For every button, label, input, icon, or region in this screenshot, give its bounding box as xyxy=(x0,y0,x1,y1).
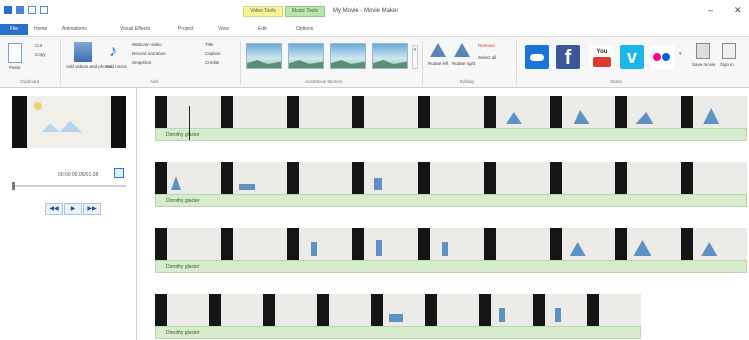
ribbon-separator xyxy=(60,41,61,85)
storyboard-row: Dorothy glacier xyxy=(155,228,748,273)
youtube-icon[interactable]: You xyxy=(590,45,614,69)
tab-animations[interactable]: Animations xyxy=(62,24,87,35)
clip-frames[interactable] xyxy=(155,162,748,194)
preview-pane: 00:00:00.00/01:28 ◀◀ ▶ ▶▶ xyxy=(0,88,137,340)
tab-home[interactable]: Home xyxy=(34,24,47,35)
minimize-button[interactable]: – xyxy=(708,6,713,15)
audio-track-label: Dorothy glacier xyxy=(166,264,200,270)
tab-visual-effects[interactable]: Visual Effects xyxy=(120,24,150,35)
clipboard-group-label: Clipboard xyxy=(20,79,40,84)
themes-group-label: AutoMovie themes xyxy=(305,79,343,84)
save-movie-button[interactable]: Save movie xyxy=(692,62,716,67)
music-tools-context-tab: Music Tools xyxy=(285,6,325,17)
audio-track-label: Dorothy glacier xyxy=(166,330,200,336)
storyboard-row: Dorothy glacier xyxy=(155,162,748,207)
credits-button[interactable]: Credits xyxy=(205,60,219,65)
previous-frame-button[interactable]: ◀◀ xyxy=(45,203,63,215)
vimeo-icon[interactable]: v xyxy=(620,45,644,69)
sign-in-icon[interactable] xyxy=(722,43,736,59)
play-button[interactable]: ▶ xyxy=(64,203,82,215)
time-display: 00:00:00.00/01:28 xyxy=(58,172,99,178)
undo-icon[interactable] xyxy=(28,6,36,14)
paste-icon[interactable] xyxy=(8,43,22,63)
close-button[interactable]: ✕ xyxy=(734,6,742,15)
snapshot-button[interactable]: Snapshot xyxy=(132,60,151,65)
clip-frames[interactable] xyxy=(155,294,641,326)
app-icon xyxy=(4,6,12,14)
tab-edit[interactable]: Edit xyxy=(258,24,267,35)
themes-scroll-icon[interactable]: ▾ xyxy=(412,45,418,69)
tab-options[interactable]: Options xyxy=(296,24,313,35)
facebook-icon[interactable]: f xyxy=(556,45,580,69)
add-music-icon[interactable]: ♪ xyxy=(109,42,121,62)
theme-thumbnail[interactable] xyxy=(246,43,282,69)
next-frame-button[interactable]: ▶▶ xyxy=(83,203,101,215)
add-videos-icon[interactable] xyxy=(74,42,92,62)
share-scroll-icon[interactable]: ▾ xyxy=(679,51,682,57)
theme-thumbnail[interactable] xyxy=(372,43,408,69)
share-group-label: Share xyxy=(610,79,623,84)
cut-button[interactable]: Cut xyxy=(35,43,42,48)
split-icon[interactable] xyxy=(114,168,124,178)
ribbon-separator xyxy=(240,41,241,85)
audio-track[interactable]: Dorothy glacier xyxy=(155,194,747,207)
ribbon-tabs: File Home Animations Visual Effects Proj… xyxy=(0,22,749,36)
rotate-right-icon[interactable] xyxy=(454,43,470,57)
theme-thumbnail[interactable] xyxy=(330,43,366,69)
playhead[interactable] xyxy=(189,106,190,140)
save-movie-icon[interactable] xyxy=(696,43,710,59)
theme-thumbnail[interactable] xyxy=(288,43,324,69)
storyboard: Dorothy glacier Dorothy glacier Dorothy … xyxy=(138,88,749,340)
tab-view[interactable]: View xyxy=(218,24,229,35)
audio-track[interactable]: Dorothy glacier xyxy=(155,128,747,141)
audio-track[interactable]: Dorothy glacier xyxy=(155,260,747,273)
add-videos-button[interactable]: Add videos and photos xyxy=(66,64,112,69)
ribbon-separator xyxy=(516,41,517,85)
save-icon[interactable] xyxy=(16,6,24,14)
tab-project[interactable]: Project xyxy=(178,24,194,35)
add-group-label: Add xyxy=(150,79,159,84)
audio-track-label: Dorothy glacier xyxy=(166,132,200,138)
preview-monitor xyxy=(12,96,126,148)
paste-label: Paste xyxy=(9,65,21,70)
remove-button[interactable]: Remove xyxy=(478,43,495,48)
audio-track-label: Dorothy glacier xyxy=(166,198,200,204)
title-button[interactable]: Title xyxy=(205,42,213,47)
rotate-left-button[interactable]: Rotate left xyxy=(428,61,449,66)
webcam-video-button[interactable]: Webcam video xyxy=(132,42,162,47)
copy-button[interactable]: Copy xyxy=(35,52,46,57)
clip-frames[interactable] xyxy=(155,96,748,128)
select-all-button[interactable]: Select all xyxy=(478,55,496,60)
rotate-right-button[interactable]: Rotate right xyxy=(452,61,475,66)
record-narration-button[interactable]: Record narration xyxy=(132,51,166,56)
clip-frames[interactable] xyxy=(155,228,748,260)
audio-track[interactable]: Dorothy glacier xyxy=(155,326,641,339)
onedrive-icon[interactable] xyxy=(525,45,549,69)
flickr-icon[interactable] xyxy=(650,45,674,69)
transport-controls: ◀◀ ▶ ▶▶ xyxy=(45,203,101,215)
caption-button[interactable]: Caption xyxy=(205,51,221,56)
redo-icon[interactable] xyxy=(40,6,48,14)
seek-thumb[interactable] xyxy=(12,182,15,190)
title-bar: Video Tools Music Tools My Movie - Movie… xyxy=(0,0,749,22)
add-music-button[interactable]: Add music xyxy=(106,64,127,69)
storyboard-row: Dorothy glacier xyxy=(155,294,641,339)
seek-bar[interactable] xyxy=(12,185,126,187)
editing-group-label: Editing xyxy=(460,79,474,84)
sign-in-button[interactable]: Sign in xyxy=(720,62,734,67)
window-title: My Movie - Movie Maker xyxy=(333,8,399,14)
video-tools-context-tab: Video Tools xyxy=(243,6,283,17)
ribbon: Paste Cut Copy Clipboard Add videos and … xyxy=(0,36,749,88)
tab-file[interactable]: File xyxy=(0,24,28,35)
ribbon-separator xyxy=(422,41,423,85)
quick-access-dropdown-icon[interactable] xyxy=(52,6,56,14)
storyboard-row: Dorothy glacier xyxy=(155,96,748,141)
rotate-left-icon[interactable] xyxy=(430,43,446,57)
